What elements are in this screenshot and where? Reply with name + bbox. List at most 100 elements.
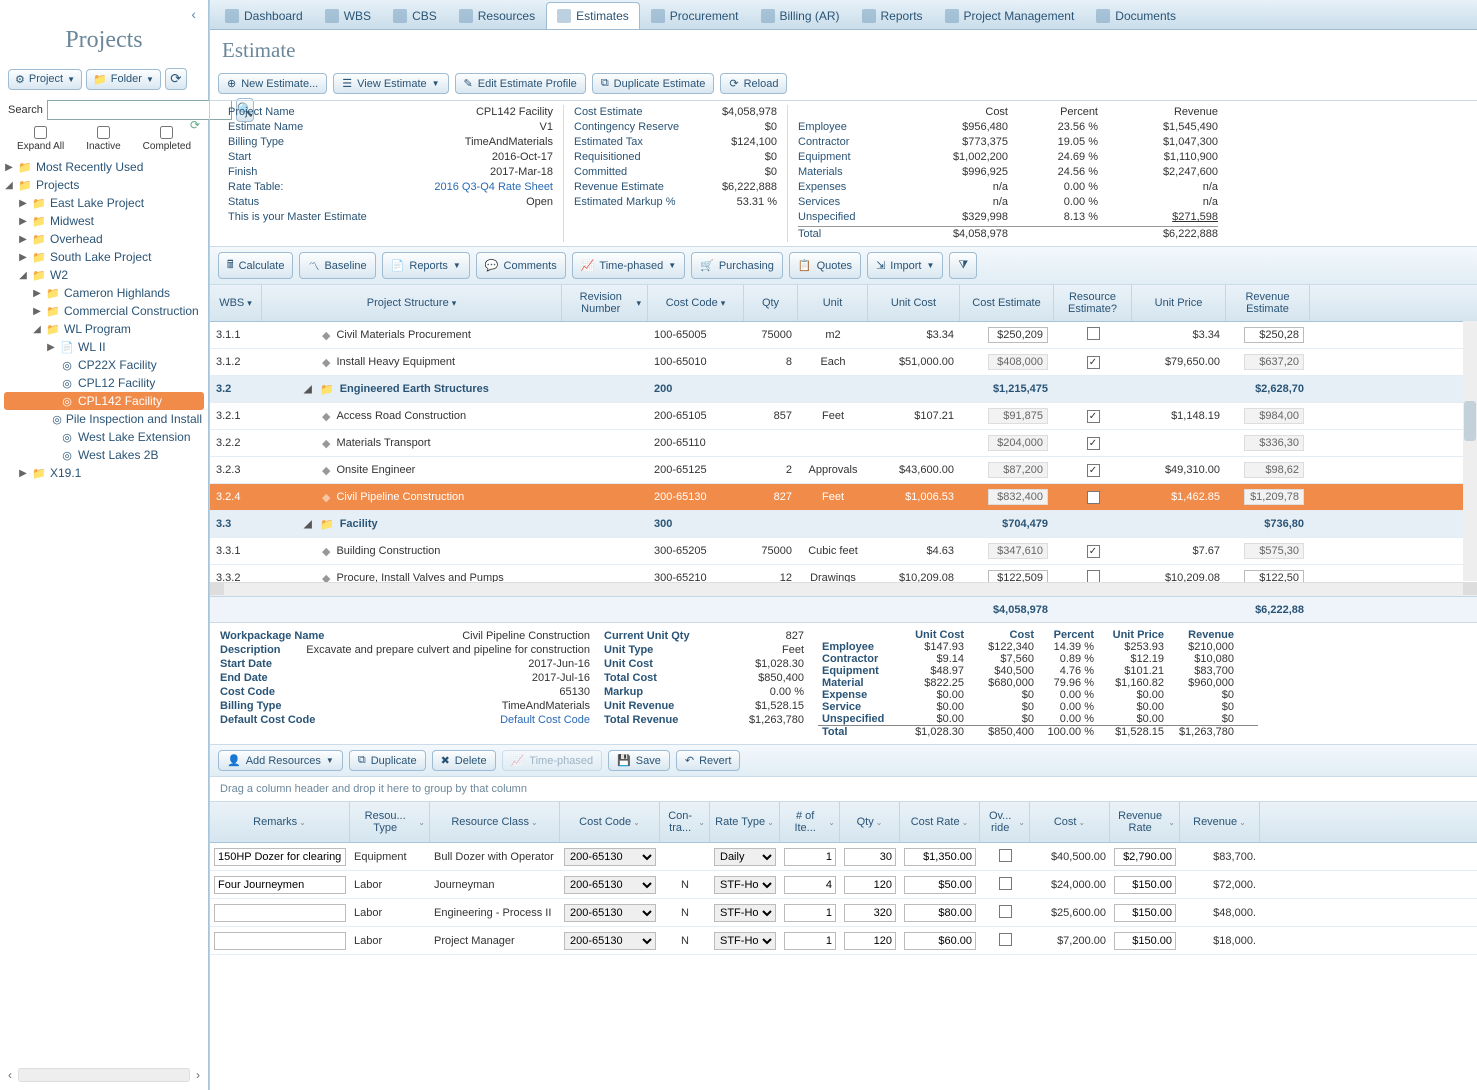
grid-row[interactable]: 3.2.1 ◆Access Road Construction 200-6510…: [210, 403, 1477, 430]
duplicate-estimate-button[interactable]: ⧉Duplicate Estimate: [592, 73, 715, 94]
grid-row[interactable]: 3.2.2 ◆Materials Transport 200-65110 $20…: [210, 430, 1477, 457]
tab-cbs[interactable]: CBS: [382, 2, 448, 29]
tree-node[interactable]: ▶📁X19.1: [4, 464, 204, 482]
scroll-left-icon[interactable]: ‹: [8, 1068, 12, 1082]
grid-row[interactable]: 3.1.2 ◆Install Heavy Equipment 100-65010…: [210, 349, 1477, 376]
grid-header[interactable]: Unit Cost: [868, 285, 960, 321]
qty-input[interactable]: [844, 876, 896, 894]
timephased-dropdown[interactable]: 📈Time-phased▼: [572, 252, 685, 279]
inactive-checkbox[interactable]: [97, 126, 110, 139]
edit-profile-button[interactable]: ✎Edit Estimate Profile: [455, 73, 586, 94]
grid-row[interactable]: 3.2.3 ◆Onsite Engineer 200-65125 2 Appro…: [210, 457, 1477, 484]
override-checkbox[interactable]: [999, 905, 1012, 918]
quotes-button[interactable]: 📋Quotes: [789, 252, 861, 279]
tree-twisty-icon[interactable]: ▶: [18, 216, 28, 227]
chevron-down-icon[interactable]: ⌄: [531, 818, 538, 827]
tree-twisty-icon[interactable]: ◢: [32, 324, 42, 335]
revenue-rate-input[interactable]: [1114, 932, 1176, 950]
chevron-down-icon[interactable]: ⌄: [828, 818, 835, 827]
remarks-input[interactable]: [214, 876, 346, 894]
reports-dropdown[interactable]: 📄Reports▼: [382, 252, 470, 279]
filter-icon[interactable]: ▾: [636, 298, 641, 309]
import-dropdown[interactable]: ⇲Import▼: [867, 252, 943, 279]
qty-input[interactable]: [844, 904, 896, 922]
tab-estimates[interactable]: Estimates: [546, 2, 640, 29]
chevron-down-icon[interactable]: ⌄: [1078, 818, 1085, 827]
tree-node[interactable]: ◎West Lake Extension: [4, 428, 204, 446]
tab-reports[interactable]: Reports: [851, 2, 934, 29]
grid-header[interactable]: Revision Number▾: [562, 285, 648, 321]
grid-header[interactable]: Unit Price: [1132, 285, 1226, 321]
tree-twisty-icon[interactable]: ▶: [32, 288, 42, 299]
filter-icon[interactable]: ▾: [452, 298, 457, 309]
duplicate-button[interactable]: ⧉Duplicate: [349, 750, 426, 771]
tree-twisty-icon[interactable]: ▶: [18, 234, 28, 245]
qty-input[interactable]: [844, 932, 896, 950]
grid-header[interactable]: Unit: [798, 285, 868, 321]
expand-all-checkbox[interactable]: [34, 126, 47, 139]
calculate-button[interactable]: 🖩Calculate: [218, 252, 293, 279]
res-header[interactable]: # of Ite...⌄: [780, 802, 840, 842]
remarks-input[interactable]: [214, 904, 346, 922]
tab-documents[interactable]: Documents: [1085, 2, 1187, 29]
resource-estimate-checkbox[interactable]: [1087, 327, 1100, 340]
tree-node[interactable]: ▶📁East Lake Project: [4, 194, 204, 212]
remarks-input[interactable]: [214, 848, 346, 866]
res-header[interactable]: Cost Rate⌄: [900, 802, 980, 842]
resource-estimate-checkbox[interactable]: ✓: [1087, 437, 1100, 450]
grid-row[interactable]: 3.2 ◢📁Engineered Earth Structures 200 $1…: [210, 376, 1477, 403]
override-checkbox[interactable]: [999, 849, 1012, 862]
res-header[interactable]: Revenue⌄: [1180, 802, 1260, 842]
tree-twisty-icon[interactable]: ▶: [46, 342, 56, 353]
res-header[interactable]: Qty⌄: [840, 802, 900, 842]
cost-rate-input[interactable]: [904, 876, 976, 894]
revenue-rate-input[interactable]: [1114, 904, 1176, 922]
save-button[interactable]: 💾Save: [608, 750, 670, 771]
tree-node[interactable]: ▶📁Midwest: [4, 212, 204, 230]
view-estimate-dropdown[interactable]: ☰View Estimate▼: [333, 73, 448, 94]
grid-header[interactable]: Cost Estimate: [960, 285, 1054, 321]
num-items-input[interactable]: [784, 904, 836, 922]
delete-button[interactable]: ✖Delete: [432, 750, 496, 771]
reload-button[interactable]: ⟳Reload: [720, 73, 787, 94]
resource-estimate-checkbox[interactable]: ✓: [1087, 356, 1100, 369]
completed-checkbox[interactable]: [160, 126, 173, 139]
tree-node[interactable]: ◎CP22X Facility: [4, 356, 204, 374]
tree-node[interactable]: ◎Pile Inspection and Install: [4, 410, 204, 428]
tree-node[interactable]: ◢📁W2: [4, 266, 204, 284]
rate-type-select[interactable]: Daily: [714, 848, 776, 866]
res-header[interactable]: Cost⌄: [1030, 802, 1110, 842]
tree-node[interactable]: ▶📁Commercial Construction: [4, 302, 204, 320]
rate-type-select[interactable]: STF-Hour: [714, 904, 776, 922]
grid-header[interactable]: Resource Estimate?: [1054, 285, 1132, 321]
tree-twisty-icon[interactable]: ◢: [4, 180, 14, 191]
chevron-down-icon[interactable]: ⌄: [962, 818, 969, 827]
resource-row[interactable]: Labor Journeyman 200-65130 N STF-Hour $2…: [210, 871, 1477, 899]
tree-node[interactable]: ▶📁South Lake Project: [4, 248, 204, 266]
chevron-down-icon[interactable]: ⌄: [418, 818, 425, 827]
revert-button[interactable]: ↶Revert: [676, 750, 741, 771]
h-scrollbar[interactable]: [18, 1068, 190, 1082]
grid-header[interactable]: Qty: [744, 285, 798, 321]
tree-node[interactable]: ◎West Lakes 2B: [4, 446, 204, 464]
tree-twisty-icon[interactable]: ▶: [18, 468, 28, 479]
new-estimate-button[interactable]: ⊕New Estimate...: [218, 73, 327, 94]
resource-row[interactable]: Labor Engineering - Process II 200-65130…: [210, 899, 1477, 927]
tab-project-management[interactable]: Project Management: [934, 2, 1086, 29]
grid-row[interactable]: 3.3 ◢📁Facility 300 $704,479 $736,80: [210, 511, 1477, 538]
project-dropdown[interactable]: ⚙Project▼: [8, 69, 82, 90]
chevron-down-icon[interactable]: ⌄: [876, 818, 883, 827]
cost-rate-input[interactable]: [904, 904, 976, 922]
num-items-input[interactable]: [784, 876, 836, 894]
scroll-right-icon[interactable]: ›: [196, 1068, 200, 1082]
override-checkbox[interactable]: [999, 933, 1012, 946]
res-header[interactable]: Cost Code⌄: [560, 802, 660, 842]
tab-dashboard[interactable]: Dashboard: [214, 2, 314, 29]
revenue-rate-input[interactable]: [1114, 848, 1176, 866]
search-input[interactable]: [47, 100, 232, 120]
folder-dropdown[interactable]: 📁Folder▼: [86, 69, 161, 90]
rate-type-select[interactable]: STF-Hour: [714, 876, 776, 894]
tree-twisty-icon[interactable]: ▶: [32, 306, 42, 317]
chevron-down-icon[interactable]: ⌄: [1168, 818, 1175, 827]
tree-twisty-icon[interactable]: ▶: [18, 198, 28, 209]
